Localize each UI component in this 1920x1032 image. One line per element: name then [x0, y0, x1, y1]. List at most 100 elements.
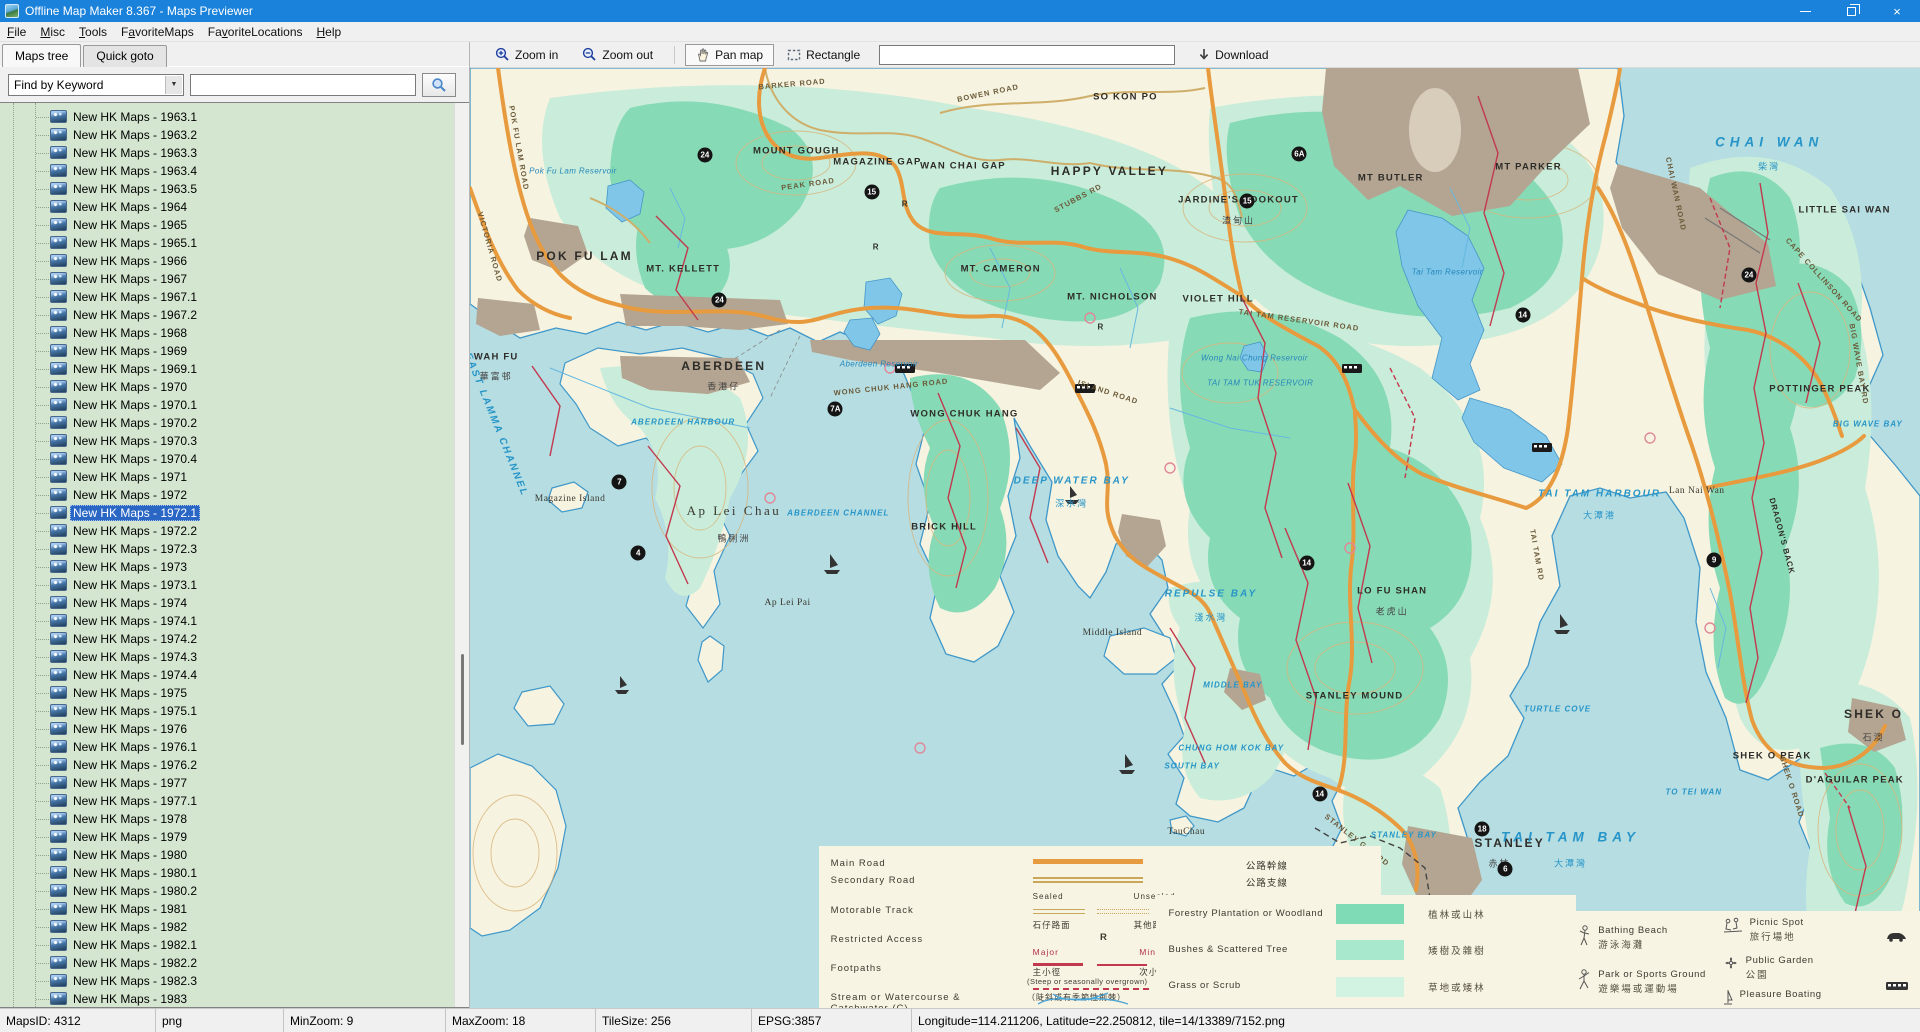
- tree-item-label: New HK Maps - 1974: [70, 595, 190, 611]
- map-thumbnail-icon: [50, 380, 67, 393]
- tree-item-label: New HK Maps - 1971: [70, 469, 190, 485]
- tree-item[interactable]: New HK Maps - 1969: [0, 342, 454, 360]
- tree-item[interactable]: New HK Maps - 1967.2: [0, 306, 454, 324]
- tree-item[interactable]: New HK Maps - 1967.1: [0, 288, 454, 306]
- tree-item[interactable]: New HK Maps - 1963.3: [0, 144, 454, 162]
- tree-item[interactable]: New HK Maps - 1982: [0, 918, 454, 936]
- tree-item[interactable]: New HK Maps - 1977.1: [0, 792, 454, 810]
- tree-item[interactable]: New HK Maps - 1974: [0, 594, 454, 612]
- menu-bar: FileMiscToolsFavoriteMapsFavoriteLocatio…: [0, 22, 1920, 42]
- restore-button[interactable]: [1828, 0, 1874, 22]
- tree-item-label: New HK Maps - 1964: [70, 199, 190, 215]
- tree-item[interactable]: New HK Maps - 1963.4: [0, 162, 454, 180]
- pan-map-button[interactable]: Pan map: [685, 44, 774, 66]
- tree-item[interactable]: New HK Maps - 1970.1: [0, 396, 454, 414]
- tree-item[interactable]: New HK Maps - 1965: [0, 216, 454, 234]
- tree-item[interactable]: New HK Maps - 1964: [0, 198, 454, 216]
- legend-forestry-label: Forestry Plantation or Woodland: [1168, 909, 1336, 920]
- map-thumbnail-icon: [50, 218, 67, 231]
- tree-item[interactable]: New HK Maps - 1963.2: [0, 126, 454, 144]
- tree-item[interactable]: New HK Maps - 1975.1: [0, 702, 454, 720]
- tree-item[interactable]: New HK Maps - 1982.2: [0, 954, 454, 972]
- tree-item[interactable]: New HK Maps - 1972.1: [0, 504, 454, 522]
- tree-item-label: New HK Maps - 1963.5: [70, 181, 200, 197]
- download-range-input[interactable]: [879, 45, 1175, 65]
- map-thumbnail-icon: [50, 290, 67, 303]
- legend-sealed-label: Sealed: [1033, 892, 1064, 901]
- menu-file[interactable]: File: [0, 23, 33, 41]
- tree-item[interactable]: New HK Maps - 1977: [0, 774, 454, 792]
- tree-item[interactable]: New HK Maps - 1972: [0, 486, 454, 504]
- tree-item[interactable]: New HK Maps - 1979: [0, 828, 454, 846]
- legend-bathing-label: Bathing Beach: [1598, 925, 1668, 936]
- chevron-down-icon[interactable]: ▼: [165, 76, 182, 94]
- tree-item[interactable]: New HK Maps - 1963.5: [0, 180, 454, 198]
- tree-item[interactable]: New HK Maps - 1975: [0, 684, 454, 702]
- tree-item[interactable]: New HK Maps - 1968: [0, 324, 454, 342]
- menu-favoritelocations[interactable]: FavoriteLocations: [201, 23, 310, 41]
- map-thumbnail-icon: [50, 650, 67, 663]
- tree-item[interactable]: New HK Maps - 1981: [0, 900, 454, 918]
- flower-icon: [1723, 955, 1739, 971]
- map-canvas[interactable]: MOUNT GOUGHMAGAZINE GAPWAN CHAI GAPSO KO…: [470, 68, 1920, 1008]
- tree-item[interactable]: New HK Maps - 1970.2: [0, 414, 454, 432]
- legend-secondary-road-label: Secondary Road: [831, 875, 916, 886]
- tree-item[interactable]: New HK Maps - 1980.1: [0, 864, 454, 882]
- tree-scrollbar[interactable]: [454, 103, 469, 1007]
- bus-route-badge: 14: [1515, 308, 1530, 323]
- tree-item[interactable]: New HK Maps - 1974.4: [0, 666, 454, 684]
- menu-favoritemaps[interactable]: FavoriteMaps: [114, 23, 201, 41]
- rectangle-button[interactable]: Rectangle: [776, 44, 871, 66]
- find-mode-select[interactable]: Find by Keyword ▼: [8, 74, 184, 96]
- tree-item-label: New HK Maps - 1974.1: [70, 613, 200, 629]
- tree-item[interactable]: New HK Maps - 1973.1: [0, 576, 454, 594]
- download-button[interactable]: Download: [1187, 44, 1279, 66]
- minimize-button[interactable]: [1782, 0, 1828, 22]
- tree-item[interactable]: New HK Maps - 1970.3: [0, 432, 454, 450]
- scrollbar-thumb[interactable]: [461, 654, 464, 744]
- legend-bathing-cn: 游泳海灘: [1598, 940, 1644, 951]
- tree-item[interactable]: New HK Maps - 1967: [0, 270, 454, 288]
- tree-item[interactable]: New HK Maps - 1982.1: [0, 936, 454, 954]
- tree-item[interactable]: New HK Maps - 1974.2: [0, 630, 454, 648]
- tree-item[interactable]: New HK Maps - 1969.1: [0, 360, 454, 378]
- menu-misc[interactable]: Misc: [33, 23, 72, 41]
- tree-item[interactable]: New HK Maps - 1970: [0, 378, 454, 396]
- tree-item-label: New HK Maps - 1982.1: [70, 937, 200, 953]
- tree-item[interactable]: New HK Maps - 1982.3: [0, 972, 454, 990]
- tree-item[interactable]: New HK Maps - 1972.3: [0, 540, 454, 558]
- map-thumbnail-icon: [50, 146, 67, 159]
- tree-item[interactable]: New HK Maps - 1976: [0, 720, 454, 738]
- tree-item[interactable]: New HK Maps - 1973: [0, 558, 454, 576]
- map-thumbnail-icon: [50, 506, 67, 519]
- tree-item[interactable]: New HK Maps - 1974.1: [0, 612, 454, 630]
- tree-item[interactable]: New HK Maps - 1983: [0, 990, 454, 1008]
- tab-quick-goto[interactable]: Quick goto: [83, 45, 166, 67]
- map-thumbnail-icon: [50, 164, 67, 177]
- tree-item[interactable]: New HK Maps - 1970.4: [0, 450, 454, 468]
- tree-item[interactable]: New HK Maps - 1963.1: [0, 108, 454, 126]
- map-thumbnail-icon: [50, 362, 67, 375]
- tree-item[interactable]: New HK Maps - 1966: [0, 252, 454, 270]
- tree-item[interactable]: New HK Maps - 1971: [0, 468, 454, 486]
- tree-item[interactable]: New HK Maps - 1980: [0, 846, 454, 864]
- menu-tools[interactable]: Tools: [72, 23, 114, 41]
- tree-item[interactable]: New HK Maps - 1974.3: [0, 648, 454, 666]
- tree-item[interactable]: New HK Maps - 1978: [0, 810, 454, 828]
- rectangle-select-icon: [787, 49, 801, 61]
- tree-item[interactable]: New HK Maps - 1976.2: [0, 756, 454, 774]
- tree-item-label: New HK Maps - 1969.1: [70, 361, 200, 377]
- map-thumbnail-icon: [50, 236, 67, 249]
- tree-item[interactable]: New HK Maps - 1965.1: [0, 234, 454, 252]
- zoom-out-button[interactable]: Zoom out: [571, 43, 664, 66]
- tree-item[interactable]: New HK Maps - 1972.2: [0, 522, 454, 540]
- search-button[interactable]: [422, 73, 456, 97]
- search-input[interactable]: [190, 74, 416, 96]
- tab-maps-tree[interactable]: Maps tree: [2, 44, 81, 67]
- zoom-in-button[interactable]: Zoom in: [484, 43, 569, 66]
- tree-item[interactable]: New HK Maps - 1980.2: [0, 882, 454, 900]
- menu-help[interactable]: Help: [310, 23, 349, 41]
- tree-item-label: New HK Maps - 1970.1: [70, 397, 200, 413]
- tree-item[interactable]: New HK Maps - 1976.1: [0, 738, 454, 756]
- close-button[interactable]: ×: [1874, 0, 1920, 22]
